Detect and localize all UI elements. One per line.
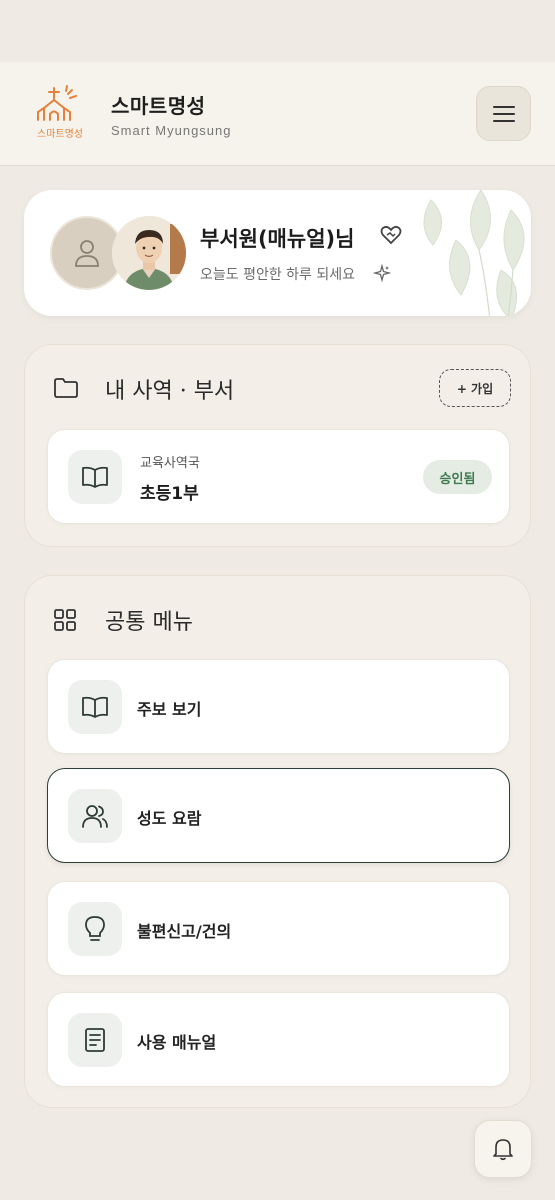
profile-card: 부서원(매뉴얼)님 오늘도 평안한 하루 되세요 — [24, 190, 531, 316]
profile-avatar-illustration[interactable] — [112, 216, 186, 290]
church-logo-icon: 스마트명성 — [37, 85, 83, 140]
sparkle-icon — [372, 263, 392, 286]
status-badge: 승인됨 — [423, 460, 492, 494]
grid-icon — [53, 608, 77, 636]
join-button[interactable]: + 가입 — [439, 369, 511, 407]
menu-item-directory[interactable]: 성도 요람 — [47, 768, 510, 863]
common-menu-title: 공통 메뉴 — [105, 610, 193, 635]
user-icon — [75, 240, 99, 267]
menu-item-label: 주보 보기 — [137, 700, 202, 719]
my-ministry-section: 내 사역 · 부서 + 가입 교육사역국 초등1부 승인됨 — [24, 344, 531, 547]
ministry-section-title: 내 사역 · 부서 — [105, 379, 235, 404]
hamburger-menu-icon — [492, 105, 515, 122]
svg-text:스마트명성: 스마트명성 — [37, 128, 83, 140]
ministry-name: 초등1부 — [140, 484, 199, 504]
user-name: 부서원(매뉴얼)님 — [200, 227, 355, 251]
ministry-category: 교육사역국 — [140, 456, 200, 471]
bell-icon — [493, 1139, 513, 1161]
users-icon — [82, 805, 108, 828]
menu-item-icon — [68, 680, 122, 734]
church-logo[interactable]: 스마트명성 — [32, 84, 88, 144]
menu-item-label: 불편신고/건의 — [137, 922, 232, 941]
menu-item-label: 사용 매뉴얼 — [137, 1033, 217, 1052]
ministry-item-icon — [68, 450, 122, 504]
menu-item-feedback[interactable]: 불편신고/건의 — [47, 881, 510, 976]
book-icon — [82, 466, 108, 488]
menu-item-bulletin[interactable]: 주보 보기 — [47, 659, 510, 754]
notification-button[interactable] — [474, 1120, 532, 1178]
folder-icon — [53, 377, 79, 403]
leaf-decoration — [423, 190, 525, 316]
lightbulb-icon — [85, 916, 105, 941]
avatar-illustration — [112, 216, 186, 290]
greeting-text: 오늘도 평안한 하루 되세요 — [200, 267, 356, 283]
menu-button[interactable] — [476, 86, 531, 141]
app-subtitle: Smart Myungsung — [111, 123, 232, 138]
menu-item-manual[interactable]: 사용 매뉴얼 — [47, 992, 510, 1087]
book-open-icon — [82, 696, 108, 718]
app-title: 스마트명성 — [111, 94, 206, 118]
app-header: 스마트명성 스마트명성 Smart Myungsung — [0, 62, 555, 166]
menu-item-icon — [68, 1013, 122, 1067]
heart-handshake-icon — [380, 225, 402, 249]
common-menu-section: 공통 메뉴 주보 보기 성도 요람 불편신고/건의 사용 매뉴얼 — [24, 575, 531, 1108]
menu-item-icon — [68, 902, 122, 956]
menu-item-icon — [68, 789, 122, 843]
ministry-item[interactable]: 교육사역국 초등1부 승인됨 — [47, 429, 510, 524]
menu-item-label: 성도 요람 — [137, 809, 202, 828]
document-icon — [85, 1028, 105, 1052]
